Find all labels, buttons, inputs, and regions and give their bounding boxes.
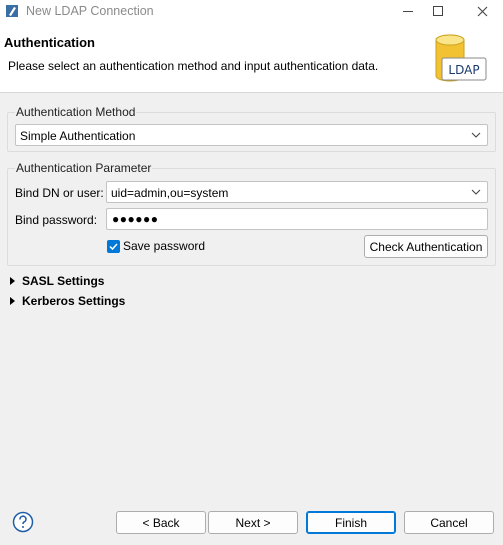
back-button[interactable]: < Back (116, 511, 206, 534)
title-bar: New LDAP Connection (0, 0, 503, 22)
auth-param-group: Authentication Parameter Bind DN or user… (7, 161, 496, 266)
sasl-settings-toggle[interactable]: SASL Settings (8, 274, 158, 290)
chevron-down-icon (471, 132, 481, 138)
page-title: Authentication (4, 35, 95, 50)
expand-triangle-icon (10, 277, 15, 285)
maximize-icon (433, 6, 443, 16)
bind-password-label: Bind password: (15, 213, 98, 227)
check-authentication-button[interactable]: Check Authentication (364, 235, 488, 258)
sasl-settings-label: SASL Settings (22, 274, 105, 288)
help-icon[interactable] (12, 511, 34, 533)
auth-method-value: Simple Authentication (20, 129, 136, 143)
minimize-icon (403, 10, 413, 12)
close-icon (477, 6, 487, 16)
auth-param-legend: Authentication Parameter (15, 161, 153, 175)
auth-method-group: Authentication Method Simple Authenticat… (7, 105, 496, 152)
close-button[interactable] (460, 0, 503, 22)
password-mask: ●●●●●● (112, 212, 159, 226)
expand-triangle-icon (10, 297, 15, 305)
auth-method-legend: Authentication Method (15, 105, 137, 119)
app-icon (6, 5, 18, 17)
window-title: New LDAP Connection (26, 4, 154, 18)
wizard-footer: < Back Next > Finish Cancel (0, 494, 503, 545)
cancel-button[interactable]: Cancel (404, 511, 494, 534)
kerberos-settings-label: Kerberos Settings (22, 294, 126, 308)
kerberos-settings-toggle[interactable]: Kerberos Settings (8, 294, 158, 310)
bind-dn-input[interactable]: uid=admin,ou=system (106, 181, 488, 203)
bind-dn-value: uid=admin,ou=system (111, 186, 229, 200)
ldap-logo-text: LDAP (448, 63, 479, 77)
auth-method-select[interactable]: Simple Authentication (15, 124, 488, 146)
wizard-content: Authentication Method Simple Authenticat… (0, 94, 503, 494)
save-password-checkbox[interactable] (107, 240, 120, 253)
maximize-button[interactable] (416, 0, 460, 22)
chevron-down-icon (471, 189, 481, 195)
bind-password-input[interactable]: ●●●●●● (106, 208, 488, 230)
save-password-label: Save password (123, 239, 206, 253)
next-button[interactable]: Next > (208, 511, 298, 534)
bind-dn-label: Bind DN or user: (15, 186, 104, 200)
ldap-database-icon: LDAP (435, 34, 487, 82)
checkmark-icon (109, 243, 118, 251)
finish-button[interactable]: Finish (306, 511, 396, 534)
page-description: Please select an authentication method a… (8, 59, 379, 73)
wizard-header: Authentication Please select an authenti… (0, 22, 503, 93)
